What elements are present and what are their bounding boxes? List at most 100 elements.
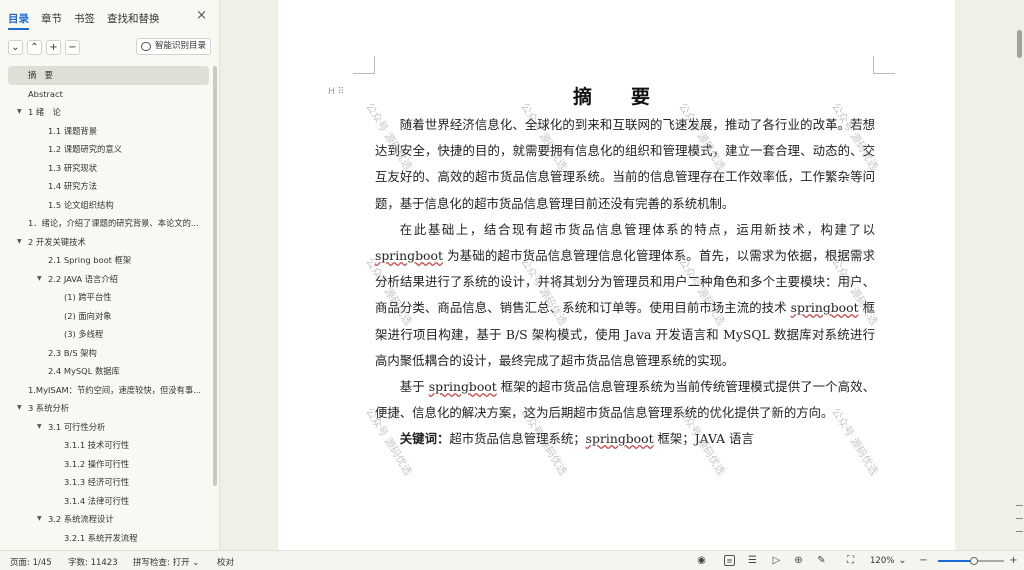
toc-item-label: 1.2 课题研究的意义 (48, 144, 122, 154)
navigation-pane: 目录 章节 书签 查找和替换 × ⌄ ⌃ + − 智能识别目录 摘 要 Abstr… (0, 0, 220, 550)
page-count[interactable]: 页面: 1/45 (10, 556, 52, 568)
toc-item-label: 1.1 课题背景 (48, 125, 98, 136)
tab-chapters[interactable]: 章节 (41, 11, 62, 26)
nav-tabs: 目录 章节 书签 查找和替换 × (8, 8, 211, 30)
toc-item[interactable]: 摘 要 (8, 66, 209, 85)
toc-item[interactable]: ▼ 2 开发关键技术 (8, 233, 209, 252)
chevron-down-icon[interactable]: ▼ (37, 270, 42, 289)
toc-item-label: 2.4 MySQL 数据库 (48, 366, 120, 376)
tab-toc[interactable]: 目录 (8, 11, 29, 30)
page-view-icon[interactable]: ≡ (724, 555, 735, 566)
add-heading-button[interactable]: + (46, 39, 61, 55)
smart-toc-icon (140, 42, 151, 51)
abstract-body[interactable]: 随着世界经济信息化、全球化的到来和互联网的飞速发展，推动了各行业的改革。若想达到… (375, 112, 875, 453)
zoom-slider[interactable] (938, 557, 1004, 565)
toc-item-label: 1.MyISAM：节约空间，速度较快，但没有事... (28, 384, 202, 395)
paragraph-2: 在此基础上，结合现有超市货品信息管理体系的特点，运用新技术，构建了以spring… (375, 221, 875, 368)
toc-item[interactable]: ▼ 3.1 可行性分析 (8, 418, 209, 437)
chevron-down-icon[interactable]: ▼ (17, 103, 22, 122)
zoom-in-icon[interactable]: + (1008, 555, 1019, 566)
toc-item-label: 2.2 JAVA 语言介绍 (48, 273, 118, 284)
chevron-down-icon[interactable]: ▼ (17, 233, 22, 252)
toc-list: 摘 要 Abstract ▼ 1 绪 论 1.1 课题背景 1.2 课题研究的意义 1.3 … (8, 66, 209, 547)
expand-all-button[interactable]: ⌃ (27, 39, 42, 55)
toc-item[interactable]: 1.2 课题研究的意义 (8, 140, 209, 159)
toc-item-label: 3.1.4 法律可行性 (64, 495, 130, 506)
zoom-dropdown-icon[interactable]: ⌄ (897, 555, 908, 566)
toc-item[interactable]: (3) 多线程 (8, 325, 209, 344)
toc-item-label: 3.1.3 经济可行性 (64, 477, 130, 487)
scroll-marker (1016, 505, 1023, 506)
toc-item[interactable]: ▼ 3.2 系统流程设计 (8, 510, 209, 529)
scroll-marker (1016, 531, 1023, 532)
proofread-button[interactable]: 校对 (217, 556, 234, 568)
zoom-level[interactable]: 120% (870, 556, 894, 566)
wps-writer-window: 目录 章节 书签 查找和替换 × ⌄ ⌃ + − 智能识别目录 摘 要 Abstr… (0, 0, 1024, 570)
toc-item-label: 2.3 B/S 架构 (48, 347, 97, 358)
web-view-icon[interactable]: ⊕ (793, 555, 804, 566)
toc-item[interactable]: 1．绪论，介绍了课题的研究背景、本论文的... (8, 214, 209, 233)
margin-corner-left (353, 56, 375, 74)
toc-item[interactable]: 2.1 Spring boot 框架 (8, 251, 209, 270)
toc-item-label: (1) 跨平台性 (64, 292, 112, 302)
toc-item-label: 1 绪 论 (28, 107, 61, 117)
word-count[interactable]: 字数: 11423 (68, 556, 118, 568)
tab-find-replace[interactable]: 查找和替换 (107, 11, 160, 26)
status-bar: 页面: 1/45 字数: 11423 拼写检查: 打开 ⌄ 校对 ◉ ≡ ☰ ▷… (0, 550, 1024, 570)
toc-item[interactable]: 1.3 研究现状 (8, 159, 209, 178)
toc-item[interactable]: ▼ 1 绪 论 (8, 103, 209, 122)
zoom-out-icon[interactable]: − (918, 555, 929, 566)
zoom-slider-knob[interactable] (970, 557, 979, 565)
toc-item[interactable]: (1) 跨平台性 (8, 288, 209, 307)
collapse-all-button[interactable]: ⌄ (8, 39, 23, 55)
toc-item[interactable]: 3.2.1 系统开发流程 (8, 529, 209, 548)
chevron-down-icon[interactable]: ▼ (17, 399, 22, 418)
toc-item[interactable]: 1.5 论文组织结构 (8, 196, 209, 215)
tab-bookmarks[interactable]: 书签 (74, 11, 95, 26)
smart-toc-button[interactable]: 智能识别目录 (135, 38, 211, 55)
toc-item[interactable]: (2) 面向对象 (8, 307, 209, 326)
chevron-down-icon[interactable]: ▼ (37, 418, 42, 437)
toc-item-label: 1.3 研究现状 (48, 162, 98, 173)
close-icon[interactable]: × (196, 8, 207, 23)
zoom-slider-fill (938, 560, 975, 562)
smart-toc-label: 智能识别目录 (154, 41, 206, 51)
pen-icon[interactable]: ✎ (816, 555, 827, 566)
toc-item[interactable]: ▼ 2.2 JAVA 语言介绍 (8, 270, 209, 289)
spell-check-toggle[interactable]: 拼写检查: 打开 ⌄ (133, 556, 199, 568)
play-icon[interactable]: ▷ (771, 555, 782, 566)
toc-item[interactable]: 3.1.2 操作可行性 (8, 455, 209, 474)
toc-item-label: 2.1 Spring boot 框架 (48, 255, 132, 265)
scroll-marker (1016, 518, 1023, 519)
remove-heading-button[interactable]: − (65, 39, 80, 55)
scrollbar-thumb[interactable] (1017, 30, 1022, 58)
toc-item[interactable]: 2.4 MySQL 数据库 (8, 362, 209, 381)
toc-item-label: (2) 面向对象 (64, 310, 112, 321)
toc-item-label: 3.2.1 系统开发流程 (64, 532, 138, 543)
toc-item[interactable]: Abstract (8, 85, 209, 104)
eye-icon[interactable]: ◉ (696, 555, 707, 566)
toc-item[interactable]: ▼ 3 系统分析 (8, 399, 209, 418)
toc-item[interactable]: 1.MyISAM：节约空间，速度较快，但没有事... (8, 381, 209, 400)
toc-item[interactable]: 3.1.4 法律可行性 (8, 492, 209, 511)
toc-item-label: 摘 要 (28, 70, 53, 80)
toc-item[interactable]: 1.4 研究方法 (8, 177, 209, 196)
sidebar-scrollbar[interactable] (213, 66, 217, 486)
toc-item[interactable]: 1.1 课题背景 (8, 122, 209, 141)
outline-view-icon[interactable]: ☰ (747, 555, 758, 566)
page-title: 摘 要 (572, 86, 660, 108)
toc-item[interactable]: 2.3 B/S 架构 (8, 344, 209, 363)
toc-item-label: (3) 多线程 (64, 329, 104, 339)
toc-item-label: 1.5 论文组织结构 (48, 199, 114, 210)
toc-item[interactable]: 3.1.1 技术可行性 (8, 436, 209, 455)
document-scrollbar[interactable] (1015, 0, 1024, 550)
paragraph-1: 随着世界经济信息化、全球化的到来和互联网的飞速发展，推动了各行业的改革。若想达到… (375, 117, 875, 211)
toc-item-label: Abstract (28, 88, 63, 99)
toc-item-label: 3.1.2 操作可行性 (64, 458, 130, 469)
toc-item[interactable]: 3.1.3 经济可行性 (8, 473, 209, 492)
toc-item-label: 3.1.1 技术可行性 (64, 440, 130, 450)
document-page: H ⠿ 摘 要 随着世界经济信息化、全球化的到来和互联网的飞速发展，推动了各行业… (278, 0, 955, 550)
chevron-down-icon[interactable]: ▼ (37, 510, 42, 529)
toc-item-label: 3.1 可行性分析 (48, 421, 106, 432)
fit-page-icon[interactable]: ⛶ (845, 555, 856, 566)
